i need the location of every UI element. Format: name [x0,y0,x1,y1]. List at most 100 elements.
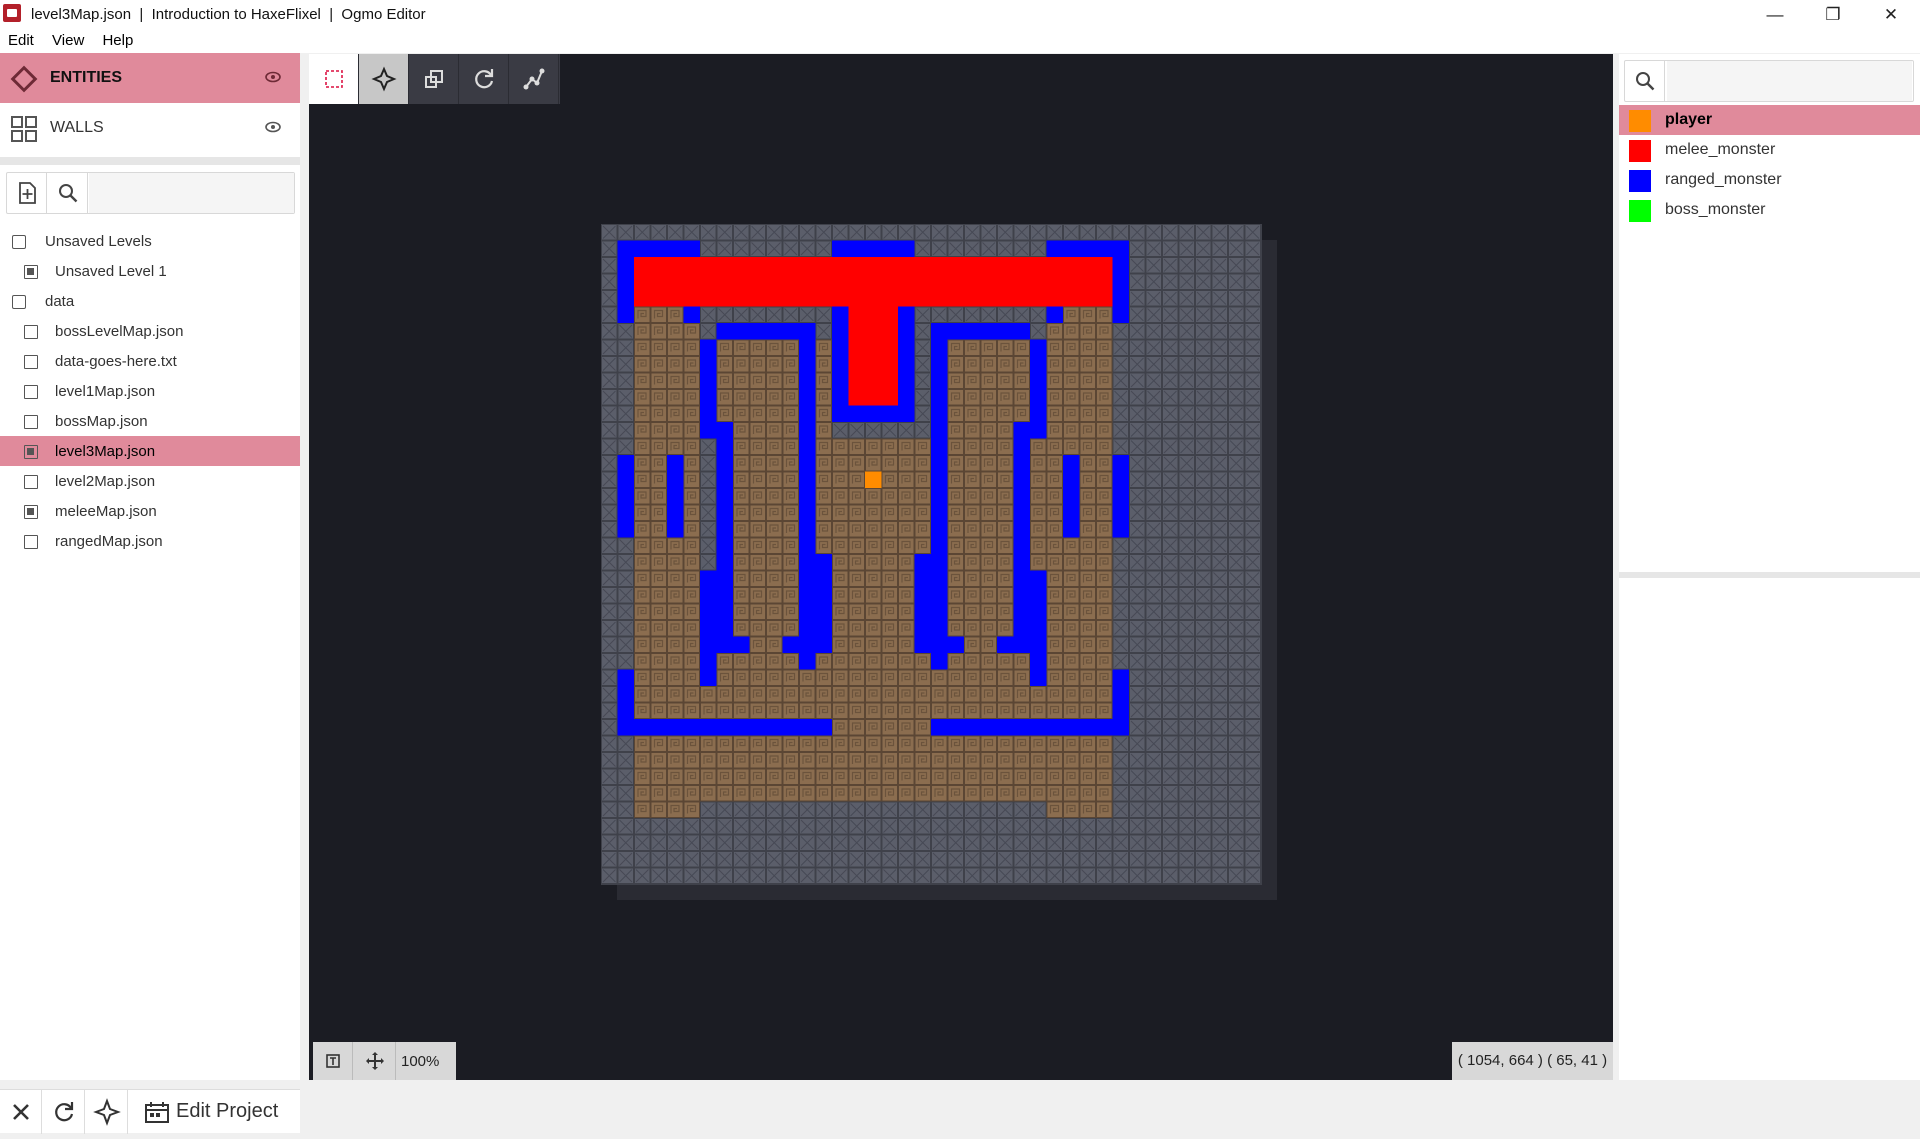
ranged-monster-entity [832,306,849,422]
file-icon [24,355,38,369]
entities-panel: player melee_monster ranged_monster boss_mo… [1619,54,1920,1080]
ranged-monster-entity [716,323,816,340]
folder-icon [12,295,26,309]
tree-file[interactable]: level2Map.json [0,466,300,496]
ranged-monster-entity [1063,455,1080,538]
file-icon [24,385,38,399]
move-icon [366,1052,384,1070]
title-bar: level3Map.json | Introduction to HaxeFli… [0,0,1920,29]
ranged-monster-entity [1046,240,1129,257]
cursor-coordinates: ( 1054, 664 ) ( 65, 41 ) [1452,1042,1613,1080]
melee-monster-entity [848,306,898,406]
close-project-button[interactable] [0,1090,42,1134]
star-pointer-icon [93,1098,121,1126]
menu-edit[interactable]: Edit [0,29,34,49]
ranged-monster-entity [914,554,931,653]
tree-item-label: Unsaved Levels [45,233,152,250]
tree-item-label: data [45,293,75,310]
tree-file[interactable]: level1Map.json [0,376,300,406]
edit-project-button[interactable]: Edit Project [130,1090,300,1134]
close-window-button[interactable]: ✕ [1862,0,1920,29]
node-tool-button[interactable] [509,54,559,104]
tree-folder[interactable]: Unsaved Levels [0,226,300,256]
tree-folder[interactable]: data [0,286,300,316]
tree-file[interactable]: meleeMap.json [0,496,300,526]
ranged-monster-entity [799,339,816,670]
levels-search-input[interactable] [89,173,294,213]
ogmo-app-icon [3,4,21,22]
entity-search-button[interactable] [1625,61,1665,101]
file-icon [24,415,38,429]
zoom-level[interactable]: 100% [401,1053,439,1070]
menu-bar: Edit View Help [0,29,1920,53]
star-pointer-icon [371,66,397,92]
tree-item-label: bossLevelMap.json [55,323,184,340]
entity-item-ranged-monster[interactable]: ranged_monster [1619,165,1920,195]
color-swatch-icon [1629,170,1651,192]
entity-item-player[interactable]: player [1619,105,1920,135]
entity-item-boss-monster[interactable]: boss_monster [1619,195,1920,225]
search-icon [59,184,78,203]
new-level-button[interactable] [7,173,47,213]
menu-help[interactable]: Help [94,29,133,49]
entity-search-input[interactable] [1667,61,1912,101]
search-levels-button[interactable] [48,173,88,213]
menu-view[interactable]: View [44,29,84,49]
diamond-icon [10,65,38,93]
color-swatch-icon [1629,110,1651,132]
ranged-monster-entity [931,719,1113,736]
grid-icon [11,116,37,142]
ranged-monster-entity [997,636,1030,653]
melee-monster-entity [634,257,1113,307]
maximize-button[interactable]: ❐ [1804,0,1862,29]
ranged-monster-entity [832,240,915,257]
tree-file[interactable]: rangedMap.json [0,526,300,556]
folder-icon [12,235,26,249]
entity-item-melee-monster[interactable]: melee_monster [1619,135,1920,165]
ranged-monster-entity [1030,339,1047,439]
edit-project-label: Edit Project [176,1100,279,1122]
tree-file[interactable]: Unsaved Level 1 [0,256,300,286]
text-toggle-icon [326,1054,340,1068]
tree-file[interactable]: data-goes-here.txt [0,346,300,376]
player-entity [865,471,882,488]
level-canvas[interactable] [601,224,1262,885]
entity-search [1624,60,1914,102]
ranged-monster-entity [1030,570,1047,686]
tree-item-label: level1Map.json [55,383,156,400]
select-tool-button[interactable] [309,54,359,104]
file-icon [24,325,38,339]
grid-toggle-button[interactable] [313,1042,353,1080]
eye-icon[interactable] [265,121,281,133]
window-title: level3Map.json | Introduction to HaxeFli… [31,6,426,23]
ranged-monster-entity [931,636,964,653]
layer-entities[interactable]: ENTITIES [0,53,300,103]
refresh-button[interactable] [43,1090,85,1134]
node-path-icon [523,68,545,90]
tree-file[interactable]: bossLevelMap.json [0,316,300,346]
pan-button[interactable] [354,1042,396,1080]
entity-name: boss_monster [1665,201,1766,218]
level-workspace[interactable]: 100% ( 1054, 664 ) ( 65, 41 ) [309,54,1613,1080]
eye-icon[interactable] [265,71,281,83]
left-panel: ENTITIES WALLS Unsaved Levels Unsaved Le… [0,53,300,1134]
minimize-button[interactable]: — [1746,0,1804,29]
tree-file[interactable]: bossMap.json [0,406,300,436]
layer-walls[interactable]: WALLS [0,103,300,153]
resize-tool-button[interactable] [409,54,459,104]
file-icon [24,505,38,519]
rotate-tool-button[interactable] [459,54,509,104]
ranged-monster-entity [617,669,634,736]
ranged-monster-entity [1013,422,1030,653]
ranged-monster-entity [617,240,700,257]
ranged-monster-entity [931,339,948,670]
tree-file[interactable]: level3Map.json [0,436,300,466]
tree-item-label: rangedMap.json [55,533,163,550]
file-icon [24,265,38,279]
ranged-monster-entity [1112,455,1129,538]
panel-divider [0,157,300,165]
entity-place-tool-button[interactable] [359,54,409,104]
color-swatch-icon [1629,140,1651,162]
ranged-monster-entity [683,306,700,323]
entity-tool-button[interactable] [86,1090,128,1134]
